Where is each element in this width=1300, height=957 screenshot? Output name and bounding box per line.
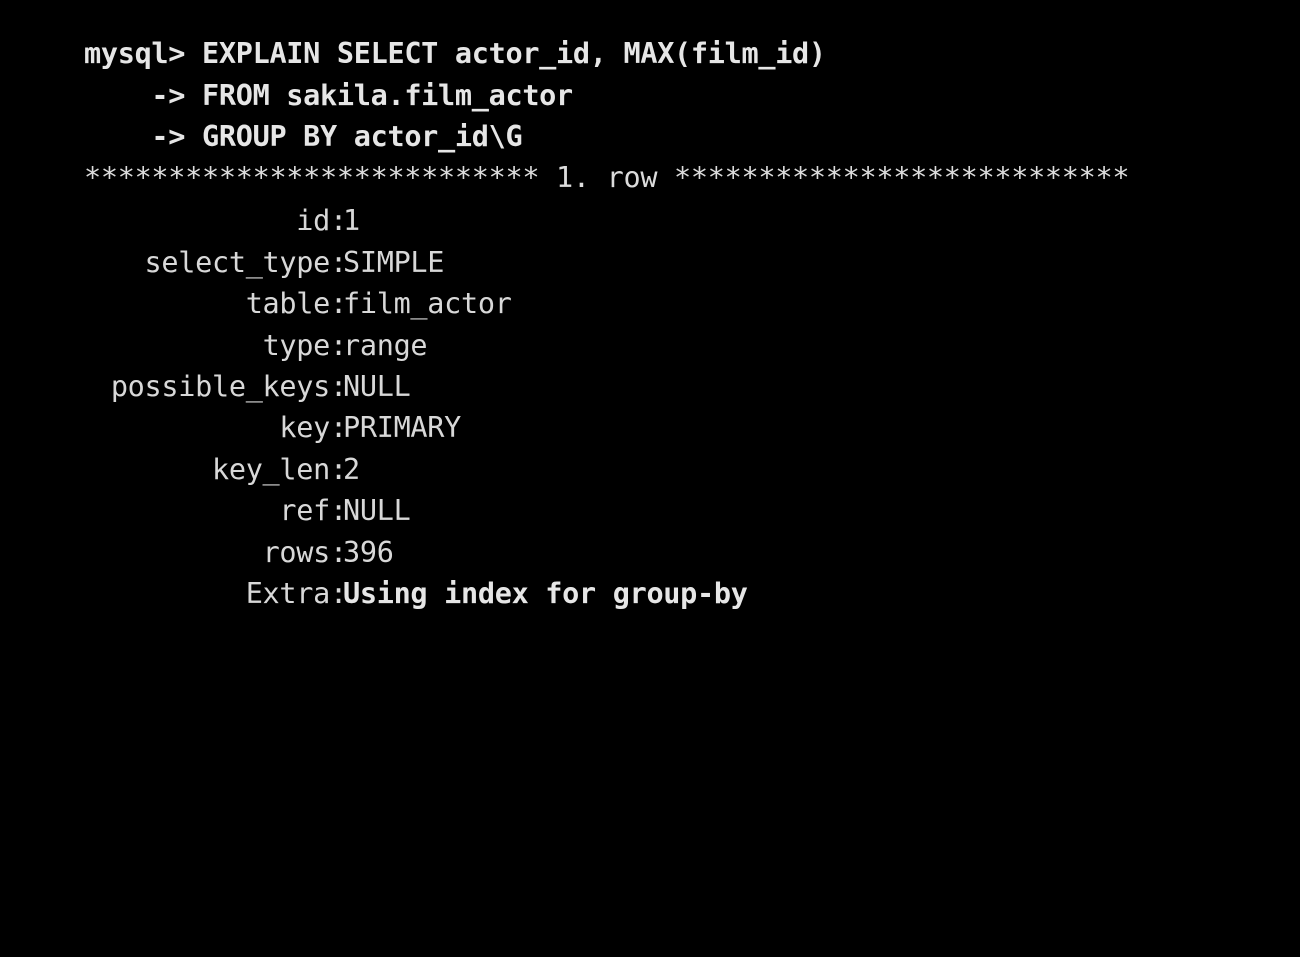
field-label: key_len [211,453,330,486]
terminal-window[interactable]: mysql> EXPLAIN SELECT actor_id, MAX(film… [0,0,1300,626]
field-value: Using index for group-by [343,577,748,610]
result-field-possible-keys: possible_keys:NULL [84,367,411,407]
field-label: rows [262,536,331,569]
command-text: GROUP BY actor_id\G [202,120,523,153]
result-field-id: id:1 [84,201,360,241]
field-colon: : [330,287,347,320]
field-value: film_actor [343,287,512,320]
result-field-key: key:PRIMARY [84,408,461,448]
row-separator: *************************** 1. row *****… [84,161,1130,194]
field-label: select_type [144,246,331,279]
field-value: 2 [343,453,360,486]
command-line-2: -> FROM sakila.film_actor [84,76,573,116]
field-colon: : [330,329,347,362]
field-colon: : [330,246,347,279]
field-value: 396 [343,536,394,569]
command-text: EXPLAIN SELECT actor_id, MAX(film_id) [202,37,826,70]
continuation-prompt: -> [84,120,203,153]
field-colon: : [330,411,347,444]
result-field-rows: rows:396 [84,533,394,573]
field-value: 1 [343,204,360,237]
result-field-table: table:film_actor [84,284,512,324]
command-line-1: mysql> EXPLAIN SELECT actor_id, MAX(film… [84,34,826,74]
field-label: ref [279,494,330,527]
field-label: Extra [245,577,331,610]
result-field-extra: Extra:Using index for group-by [84,574,748,614]
field-label: table [245,287,331,320]
field-colon: : [330,577,347,610]
field-label: key [279,411,330,444]
field-colon: : [330,370,347,403]
field-colon: : [330,536,347,569]
field-colon: : [330,494,347,527]
field-label: id [296,204,330,237]
field-value: SIMPLE [343,246,445,279]
field-value: NULL [343,494,411,527]
field-value: PRIMARY [343,411,462,444]
field-colon: : [330,453,347,486]
result-field-select-type: select_type:SIMPLE [84,243,445,283]
command-text: FROM sakila.film_actor [202,79,573,112]
result-field-type: type:range [84,326,428,366]
result-field-ref: ref:NULL [84,491,410,531]
field-label: type [262,329,331,362]
field-colon: : [330,204,347,237]
field-value: NULL [343,370,411,403]
field-value: range [343,329,428,362]
mysql-prompt: mysql> [84,37,203,70]
field-label: possible_keys [110,370,330,403]
continuation-prompt: -> [84,79,203,112]
command-line-3: -> GROUP BY actor_id\G [84,117,522,157]
result-field-key-len: key_len:2 [84,450,360,490]
